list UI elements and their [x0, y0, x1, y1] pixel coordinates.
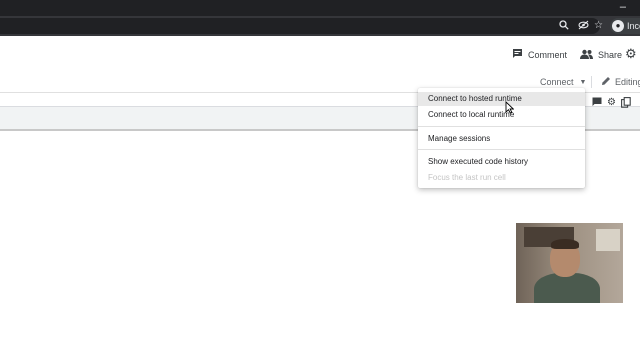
comment-icon — [512, 48, 523, 62]
incognito-profile-chip[interactable]: ● Inco — [610, 18, 640, 34]
copy-icon[interactable] — [621, 97, 631, 112]
settings-gear-icon[interactable]: ⚙ — [625, 46, 637, 62]
connect-label: Connect — [540, 77, 574, 87]
menu-item-connect-hosted-runtime[interactable]: Connect to hosted runtime — [418, 92, 585, 106]
browser-toolbar — [0, 16, 640, 36]
notebook-header: Comment Share ⚙ — [0, 36, 640, 73]
share-people-icon — [580, 49, 593, 62]
star-icon[interactable]: ☆ — [594, 20, 603, 32]
comment-button[interactable]: Comment — [512, 47, 567, 63]
comment-icon[interactable] — [592, 97, 602, 111]
pencil-icon — [601, 76, 611, 88]
menu-item-show-code-history[interactable]: Show executed code history — [418, 155, 585, 169]
incognito-label: Inco — [627, 21, 640, 31]
caret-down-icon: ▼ — [579, 78, 587, 86]
webcam-person-hair — [551, 239, 579, 249]
webcam-picture-frame — [596, 229, 620, 251]
menu-item-connect-local-runtime[interactable]: Connect to local runtime — [418, 108, 585, 122]
runtime-connect-menu: Connect to hosted runtime Connect to loc… — [418, 88, 585, 188]
menu-divider — [418, 126, 585, 127]
toolbar-divider — [591, 76, 592, 88]
minimize-button[interactable]: – — [620, 1, 626, 13]
menu-divider — [418, 149, 585, 150]
editing-mode-button[interactable]: Editing — [601, 75, 640, 89]
editing-label: Editing — [615, 77, 640, 87]
menu-item-manage-sessions[interactable]: Manage sessions — [418, 132, 585, 146]
webcam-person-body — [534, 273, 600, 303]
share-button[interactable]: Share — [580, 47, 622, 63]
webcam-overlay — [516, 223, 623, 303]
zoom-icon[interactable] — [559, 20, 569, 34]
incognito-icon: ● — [612, 20, 624, 32]
gear-icon[interactable]: ⚙ — [607, 97, 616, 109]
address-bar[interactable] — [0, 18, 600, 34]
connect-button[interactable]: Connect ▼ — [540, 75, 586, 89]
mouse-cursor-icon — [505, 100, 515, 119]
comment-label: Comment — [528, 50, 568, 60]
share-label: Share — [598, 50, 623, 60]
browser-title-bar: – — [0, 0, 640, 16]
menu-item-focus-last-run-cell: Focus the last run cell — [428, 173, 506, 182]
eye-off-icon[interactable] — [578, 20, 589, 34]
